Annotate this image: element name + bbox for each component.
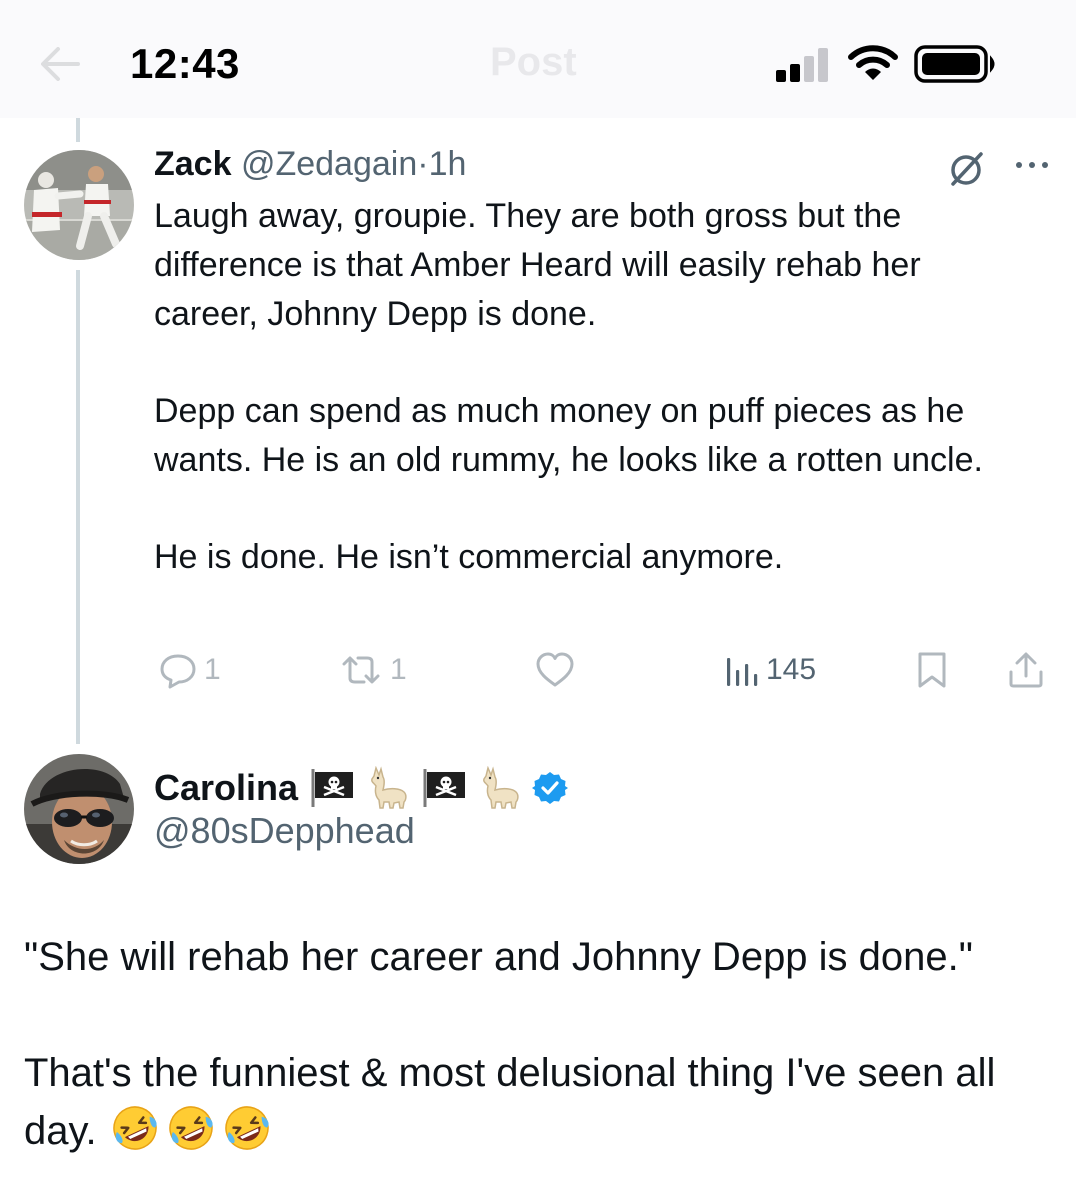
repost-count: 1 (390, 653, 407, 686)
analytics-icon (727, 658, 758, 686)
heart-icon (536, 652, 574, 687)
cellular-signal-icon (776, 46, 832, 82)
grok-icon[interactable] (946, 148, 986, 188)
tweet-paragraph: Depp can spend as much money on puff pie… (154, 392, 983, 479)
pirate-flag-icon (423, 769, 466, 807)
thread-connector-top (76, 118, 80, 142)
status-clock: 12:43 (130, 40, 240, 87)
repost-icon (342, 656, 380, 684)
bookmark-icon (918, 652, 946, 688)
avatar[interactable] (24, 150, 134, 260)
like-button[interactable] (534, 648, 576, 692)
thread-connector (76, 270, 80, 744)
screen-title: Post (490, 40, 577, 84)
bookmark-button[interactable] (914, 648, 950, 692)
timestamp[interactable]: 1h (429, 145, 467, 183)
author-handle[interactable]: @80sDepphead (154, 810, 415, 852)
author-name[interactable]: Zack (154, 145, 232, 183)
tweet-action-bar: 1 1 145 (154, 648, 1054, 692)
reply-text: "She will rehab her career and Johnny De… (24, 928, 1054, 1160)
llama-icon (371, 766, 407, 809)
reply-header: Carolina (154, 764, 578, 812)
verified-badge-icon[interactable] (532, 770, 569, 806)
wifi-icon (848, 45, 898, 80)
back-arrow-icon[interactable] (38, 44, 82, 84)
status-bar: Post 12:43 (0, 0, 1076, 118)
reply-paragraph: "She will rehab her career and Johnny De… (24, 935, 973, 979)
views-button[interactable]: 145 (724, 648, 816, 692)
share-button[interactable] (1006, 648, 1046, 692)
tweet-paragraph: Laugh away, groupie. They are both gross… (154, 197, 921, 333)
llama-icon (483, 766, 519, 809)
tweet-paragraph: He is done. He isn’t commercial anymore. (154, 538, 784, 576)
rolling-laughing-emoji-icon (112, 1106, 157, 1150)
avatar[interactable] (24, 754, 134, 864)
rolling-laughing-emoji-icon (168, 1106, 213, 1150)
rolling-laughing-emoji-icon (224, 1106, 269, 1150)
author-handle[interactable]: @Zedagain (241, 145, 417, 183)
view-count: 145 (766, 653, 817, 686)
tweet-header: Zack @Zedagain·1h (154, 144, 466, 184)
author-name[interactable]: Carolina (154, 767, 298, 809)
tweet-text: Laugh away, groupie. They are both gross… (154, 192, 1034, 582)
pirate-flag-icon (311, 769, 354, 807)
battery-icon (914, 45, 995, 83)
reply-button[interactable]: 1 (158, 648, 221, 692)
share-icon (1009, 652, 1043, 688)
reply-paragraph-with-emoji: That's the funniest & most delusional th… (24, 1044, 1054, 1160)
reply-icon (160, 654, 196, 689)
more-options-icon[interactable] (1012, 150, 1052, 180)
separator-dot: · (417, 145, 429, 183)
reply-count: 1 (204, 653, 221, 686)
repost-button[interactable]: 1 (338, 648, 407, 692)
